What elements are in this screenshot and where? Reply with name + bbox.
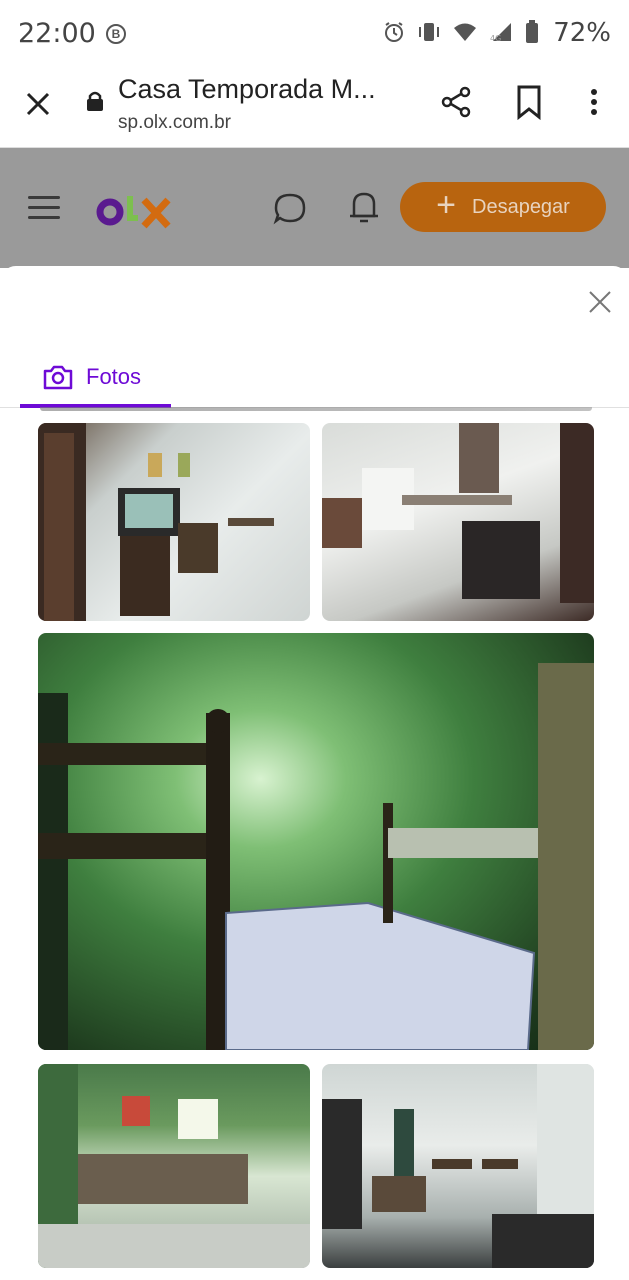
close-icon[interactable] — [22, 88, 54, 120]
notification-b-icon: B — [106, 24, 126, 44]
hamburger-menu-icon[interactable] — [28, 196, 60, 220]
previous-photo-edge — [40, 407, 592, 411]
tab-photos-label: Fotos — [86, 364, 142, 389]
photo-room-window[interactable] — [38, 1064, 310, 1268]
svg-text:4G: 4G — [490, 34, 501, 43]
signal-icon: 4G — [490, 23, 511, 43]
status-bar: 22:00 B 4G 72% — [0, 0, 629, 68]
tab-photos[interactable]: Fotos — [20, 346, 170, 408]
photo-bedroom[interactable] — [38, 633, 594, 1050]
photo-living-room[interactable] — [38, 423, 310, 621]
photo-hallway[interactable] — [322, 1064, 594, 1268]
olx-logo[interactable] — [96, 188, 174, 232]
battery-icon — [526, 20, 538, 43]
photo-kitchen[interactable] — [322, 423, 594, 621]
plus-icon: + — [436, 186, 456, 224]
bell-icon[interactable] — [346, 188, 382, 226]
alarm-icon — [385, 22, 403, 42]
close-icon[interactable] — [588, 290, 612, 314]
camera-icon — [43, 365, 73, 390]
battery-percent: 72% — [553, 18, 611, 48]
site-header: + Desapegar — [0, 148, 629, 268]
status-icons: 4G — [383, 20, 539, 44]
page-title: Casa Temporada M... — [118, 74, 376, 104]
page-url[interactable]: sp.olx.com.br — [118, 112, 231, 134]
lock-icon — [87, 91, 103, 111]
bookmark-icon[interactable] — [514, 84, 544, 120]
vibrate-icon — [419, 23, 439, 41]
share-icon[interactable] — [438, 84, 474, 120]
wifi-icon — [454, 23, 476, 41]
chat-icon[interactable] — [272, 190, 308, 226]
publish-button[interactable]: + Desapegar — [400, 182, 606, 232]
publish-button-label: Desapegar — [472, 195, 570, 218]
browser-toolbar: Casa Temporada M... sp.olx.com.br — [0, 68, 629, 148]
more-vert-icon[interactable] — [582, 84, 606, 120]
status-time: 22:00 — [18, 18, 96, 49]
